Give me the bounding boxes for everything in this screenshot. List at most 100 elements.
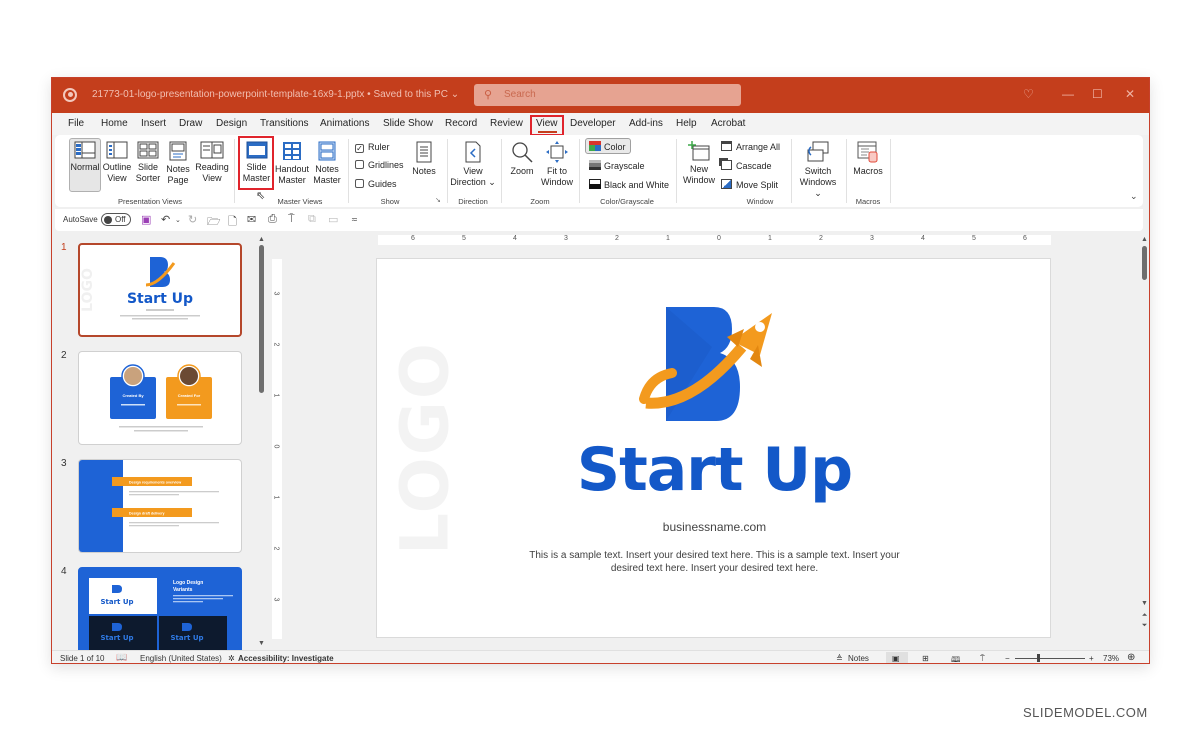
thumbnails-scrollbar[interactable]: ▲ ▼ [257,236,266,650]
reading-view-button[interactable]: Reading View [194,141,230,184]
lightbulb-icon[interactable]: ♡ [1023,87,1034,101]
scroll-up-icon[interactable]: ▲ [257,236,266,243]
scroll-down-icon[interactable]: ▼ [257,640,266,647]
outline-view-button[interactable]: Outline View [100,141,134,184]
show-dialog-launcher-icon[interactable]: ↘ [435,196,441,204]
macros-button[interactable]: Macros [851,141,885,177]
previous-slide-icon[interactable]: ⏶ [1140,612,1149,620]
slide-thumbnail-2[interactable]: Created By Created For [78,351,242,445]
scrollbar-thumb[interactable] [259,245,264,393]
zoom-slider[interactable] [1015,658,1085,659]
new-window-icon [688,141,710,161]
collapse-ribbon-icon[interactable]: ⌄ [1130,191,1138,202]
new-file-icon[interactable]: 🗋 [228,213,237,232]
slide-thumbnail-1[interactable]: LOGO Start Up [78,243,242,337]
tab-animations[interactable]: Animations [320,118,369,129]
slide-canvas[interactable]: LOGO Start Up businessname.com This is a… [376,258,1051,638]
tab-file[interactable]: File [68,118,84,129]
thumb-number: 4 [61,566,67,577]
slide-2-preview: Created By Created For [110,364,212,432]
notes-page-button[interactable]: Notes Page [163,141,193,186]
tab-developer[interactable]: Developer [570,118,616,129]
scroll-up-icon[interactable]: ▲ [1140,236,1149,243]
autosave-toggle[interactable]: Off [101,213,131,226]
fit-to-window-button[interactable]: Fit to Window [538,141,576,188]
document-title[interactable]: 21773-01-logo-presentation-powerpoint-te… [92,89,459,100]
present-icon[interactable]: ⍑ [288,213,295,226]
svg-text:Variants: Variants [173,587,193,593]
grayscale-button[interactable]: Grayscale [589,160,645,171]
normal-view-button[interactable]: Normal [67,141,103,173]
tab-draw[interactable]: Draw [179,118,202,129]
slide-thumbnail-3[interactable]: Design requirements overview Design draf… [78,459,242,553]
slide-sorter-icon[interactable]: ⊞ [922,654,929,663]
thumb-number: 2 [61,350,67,361]
handout-master-button[interactable]: Handout Master [273,141,311,186]
zoom-button[interactable]: Zoom [507,141,537,177]
zoom-slider-thumb[interactable] [1037,654,1040,662]
color-button[interactable]: Color [589,141,626,152]
tab-transitions[interactable]: Transitions [260,118,309,129]
tab-design[interactable]: Design [216,118,247,129]
customize-qat-icon[interactable]: ≂ [351,215,358,224]
tab-acrobat[interactable]: Acrobat [711,118,745,129]
search-box[interactable]: ⚲ Search [474,84,741,106]
slide-sorter-button[interactable]: Slide Sorter [133,141,163,184]
scrollbar-thumb[interactable] [1142,246,1147,280]
comment-add-icon[interactable]: ▭ [328,213,338,226]
zoom-in-icon[interactable]: + [1089,654,1094,663]
group-direction: Direction [458,197,488,206]
accessibility-status[interactable]: Accessibility: Investigate [238,654,334,663]
slide-counter: Slide 1 of 10 [60,654,105,663]
duplicate-icon[interactable]: ⧉ [308,213,316,226]
fit-slide-icon[interactable]: ⊕ [1127,652,1135,663]
zoom-level[interactable]: 73% [1103,654,1119,663]
tab-slide-show[interactable]: Slide Show [383,118,433,129]
outline-view-icon [106,141,128,159]
move-split-button[interactable]: Move Split [721,179,778,190]
maximize-button[interactable]: ☐ [1092,87,1103,101]
group-divider [348,139,349,203]
brand-domain: businessname.com [662,520,767,534]
slide-thumbnail-4[interactable]: Start Up Start Up Start Up Logo Design V… [78,567,242,661]
ruler-checkbox[interactable]: ✓ Ruler [355,142,390,153]
open-folder-icon[interactable]: 🗁 [207,213,221,232]
tab-record[interactable]: Record [445,118,477,129]
tab-insert[interactable]: Insert [141,118,166,129]
new-window-button[interactable]: New Window [681,141,717,186]
normal-view-icon[interactable]: ▣ [892,654,900,663]
notes-toggle[interactable]: Notes [848,654,869,663]
spelling-check-icon[interactable]: 📖 [116,652,127,663]
guides-checkbox[interactable]: Guides [355,179,397,189]
scroll-down-icon[interactable]: ▼ [1140,600,1149,607]
redo-icon[interactable]: ↻ [188,213,197,226]
print-preview-icon[interactable]: ⎙ [268,213,277,226]
notes-master-button[interactable]: Notes Master [310,141,344,186]
switch-windows-button[interactable]: Switch Windows ⌄ [795,141,841,199]
undo-dropdown-icon[interactable]: ⌄ [175,216,181,224]
arrange-all-button[interactable]: Arrange All [721,141,780,152]
black-and-white-button[interactable]: Black and White [589,179,669,190]
save-icon[interactable]: ▣ [141,213,151,226]
tab-home[interactable]: Home [101,118,128,129]
zoom-out-icon[interactable]: − [1005,654,1010,663]
minimize-button[interactable]: — [1062,87,1074,101]
reading-view-icon[interactable]: 🕮 [951,654,960,663]
next-slide-icon[interactable]: ⏷ [1140,622,1149,630]
group-divider [579,139,580,203]
tab-help[interactable]: Help [676,118,697,129]
close-button[interactable]: ✕ [1125,87,1135,101]
view-direction-button[interactable]: View Direction ⌄ [447,141,499,188]
gridlines-checkbox[interactable]: Gridlines [355,160,404,170]
email-icon[interactable]: ✉ [247,213,256,226]
language-indicator[interactable]: English (United States) [140,654,222,663]
search-icon: ⚲ [484,89,493,101]
tab-review[interactable]: Review [490,118,523,129]
cascade-button[interactable]: Cascade [721,160,772,171]
undo-icon[interactable]: ↶ [161,213,170,226]
notes-button[interactable]: Notes [409,141,439,177]
tab-add-ins[interactable]: Add-ins [629,118,663,129]
slide-master-button[interactable]: Slide Master [240,141,273,184]
slide-scrollbar[interactable]: ▲ ▼ ⏶ ⏷ [1140,236,1149,650]
slideshow-icon[interactable]: ⍑ [980,654,985,663]
